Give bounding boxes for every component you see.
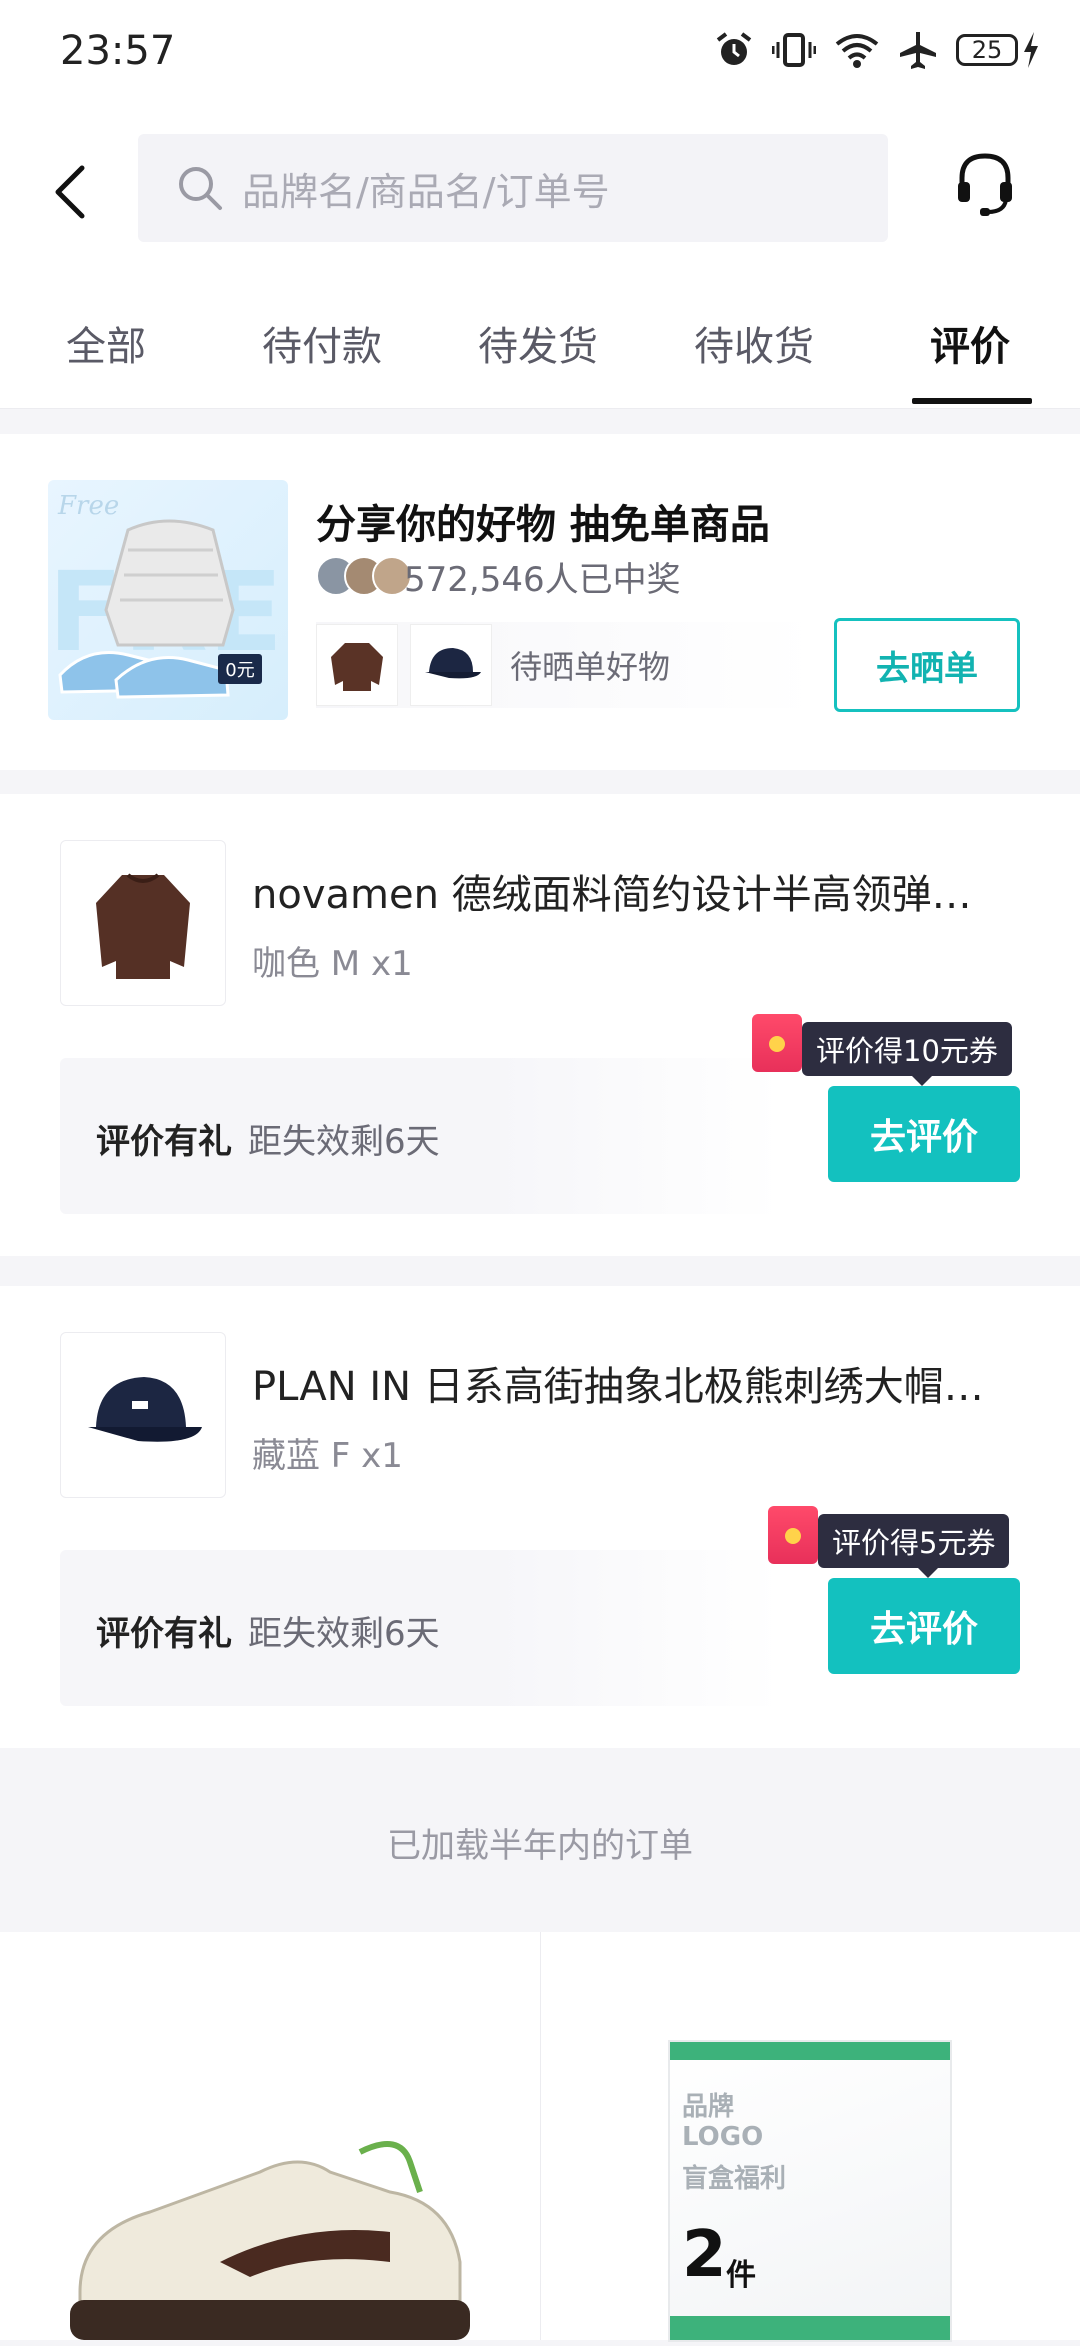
coupon-tag-pointer xyxy=(918,1568,938,1578)
box-unit: 件 xyxy=(726,2258,756,2293)
winner-count: 572,546人已中奖 xyxy=(404,560,681,600)
share-button[interactable]: 去晒单 xyxy=(834,618,1020,712)
search-icon xyxy=(179,167,222,210)
back-icon[interactable] xyxy=(50,162,90,222)
review-button[interactable]: 去评价 xyxy=(828,1578,1020,1674)
product-title[interactable]: PLAN IN 日系高街抽象北极熊刺绣大帽… xyxy=(252,1354,1022,1412)
coupon-text: 评价得10元券 xyxy=(802,1022,1012,1076)
product-title[interactable]: novamen 德绒面料简约设计半高领弹… xyxy=(252,862,1022,920)
tab-review[interactable]: 评价 xyxy=(930,314,1010,372)
loaded-notice: 已加载半年内的订单 xyxy=(387,1825,693,1866)
search-placeholder: 品牌名/商品名/订单号 xyxy=(242,169,610,214)
box-line-logo: LOGO xyxy=(682,2122,764,2152)
free-badge: 0元 xyxy=(218,654,262,684)
blind-box-image[interactable]: 品牌 LOGO 盲盒福利 2 件 xyxy=(670,2042,950,2340)
tab-pending-shipment[interactable]: 待发货 xyxy=(478,314,598,372)
box-line-welfare: 盲盒福利 xyxy=(682,2164,787,2194)
reward-expiry: 距失效剩6天 xyxy=(248,1614,440,1654)
pending-share-label: 待晒单好物 xyxy=(510,648,671,686)
vibrate-icon xyxy=(772,33,816,67)
grid-divider xyxy=(540,1932,541,2340)
tab-all[interactable]: 全部 xyxy=(66,314,146,372)
reward-label: 评价有礼 xyxy=(96,1614,232,1654)
cap-thumbnail xyxy=(410,624,492,706)
pending-share-row[interactable]: 待晒单好物 xyxy=(316,622,816,708)
svg-text:Free: Free xyxy=(57,491,119,521)
share-card[interactable]: Free FREE 0元 分享你的好物 抽免单商品 572,546人已中奖 待晒… xyxy=(0,434,1080,770)
reward-label: 评价有礼 xyxy=(96,1122,232,1162)
coupon-text: 评价得5元券 xyxy=(818,1514,1010,1568)
active-tab-indicator xyxy=(912,398,1032,404)
status-icons: 25 xyxy=(714,30,1040,70)
box-line-brand: 品牌 xyxy=(682,2092,735,2122)
tab-pending-payment[interactable]: 待付款 xyxy=(262,314,382,372)
sweater-thumbnail xyxy=(316,624,398,706)
wifi-icon xyxy=(835,34,879,68)
box-stripe xyxy=(670,2042,950,2060)
battery-level: 25 xyxy=(956,34,1018,66)
recommendation-grid: 品牌 LOGO 盲盒福利 2 件 xyxy=(0,1932,1080,2340)
product-spec: 咖色 M x1 xyxy=(252,944,413,984)
order-tabs: 全部 待付款 待发货 待收货 评价 xyxy=(0,280,1080,409)
share-title: 分享你的好物 抽免单商品 xyxy=(316,502,770,548)
airplane-icon xyxy=(900,32,936,69)
alarm-icon xyxy=(716,32,752,65)
customer-service-icon[interactable] xyxy=(954,150,1016,220)
product-image[interactable] xyxy=(60,1332,226,1498)
coupon-tag: 评价得5元券 xyxy=(818,1514,1010,1578)
sneaker-product-image[interactable] xyxy=(60,2112,480,2346)
coupon-tag-pointer xyxy=(912,1076,932,1086)
jacket-sneaker-illustration: Free FREE xyxy=(48,491,288,699)
order-card[interactable]: novamen 德绒面料简约设计半高领弹… 咖色 M x1 评价有礼 距失效剩6… xyxy=(0,794,1080,1256)
share-promo-image: Free FREE 0元 xyxy=(48,480,288,720)
winner-avatars xyxy=(316,556,412,596)
order-card[interactable]: PLAN IN 日系高街抽象北极熊刺绣大帽… 藏蓝 F x1 评价有礼 距失效剩… xyxy=(0,1286,1080,1748)
status-time: 23:57 xyxy=(60,28,176,74)
status-bar: 23:57 25 xyxy=(0,0,1080,110)
box-count: 2 xyxy=(682,2218,727,2292)
search-input[interactable]: 品牌名/商品名/订单号 xyxy=(138,134,888,242)
red-packet-icon xyxy=(768,1506,818,1564)
coupon-tag: 评价得10元券 xyxy=(802,1022,1012,1086)
tab-pending-receipt[interactable]: 待收货 xyxy=(694,314,814,372)
product-spec: 藏蓝 F x1 xyxy=(252,1436,403,1476)
review-button[interactable]: 去评价 xyxy=(828,1086,1020,1182)
product-image[interactable] xyxy=(60,840,226,1006)
charging-icon xyxy=(1024,32,1038,68)
header: 品牌名/商品名/订单号 xyxy=(0,110,1080,280)
battery-indicator: 25 xyxy=(956,32,1040,68)
red-packet-icon xyxy=(752,1014,802,1072)
box-stripe-bottom xyxy=(670,2316,950,2340)
reward-expiry: 距失效剩6天 xyxy=(248,1122,440,1162)
